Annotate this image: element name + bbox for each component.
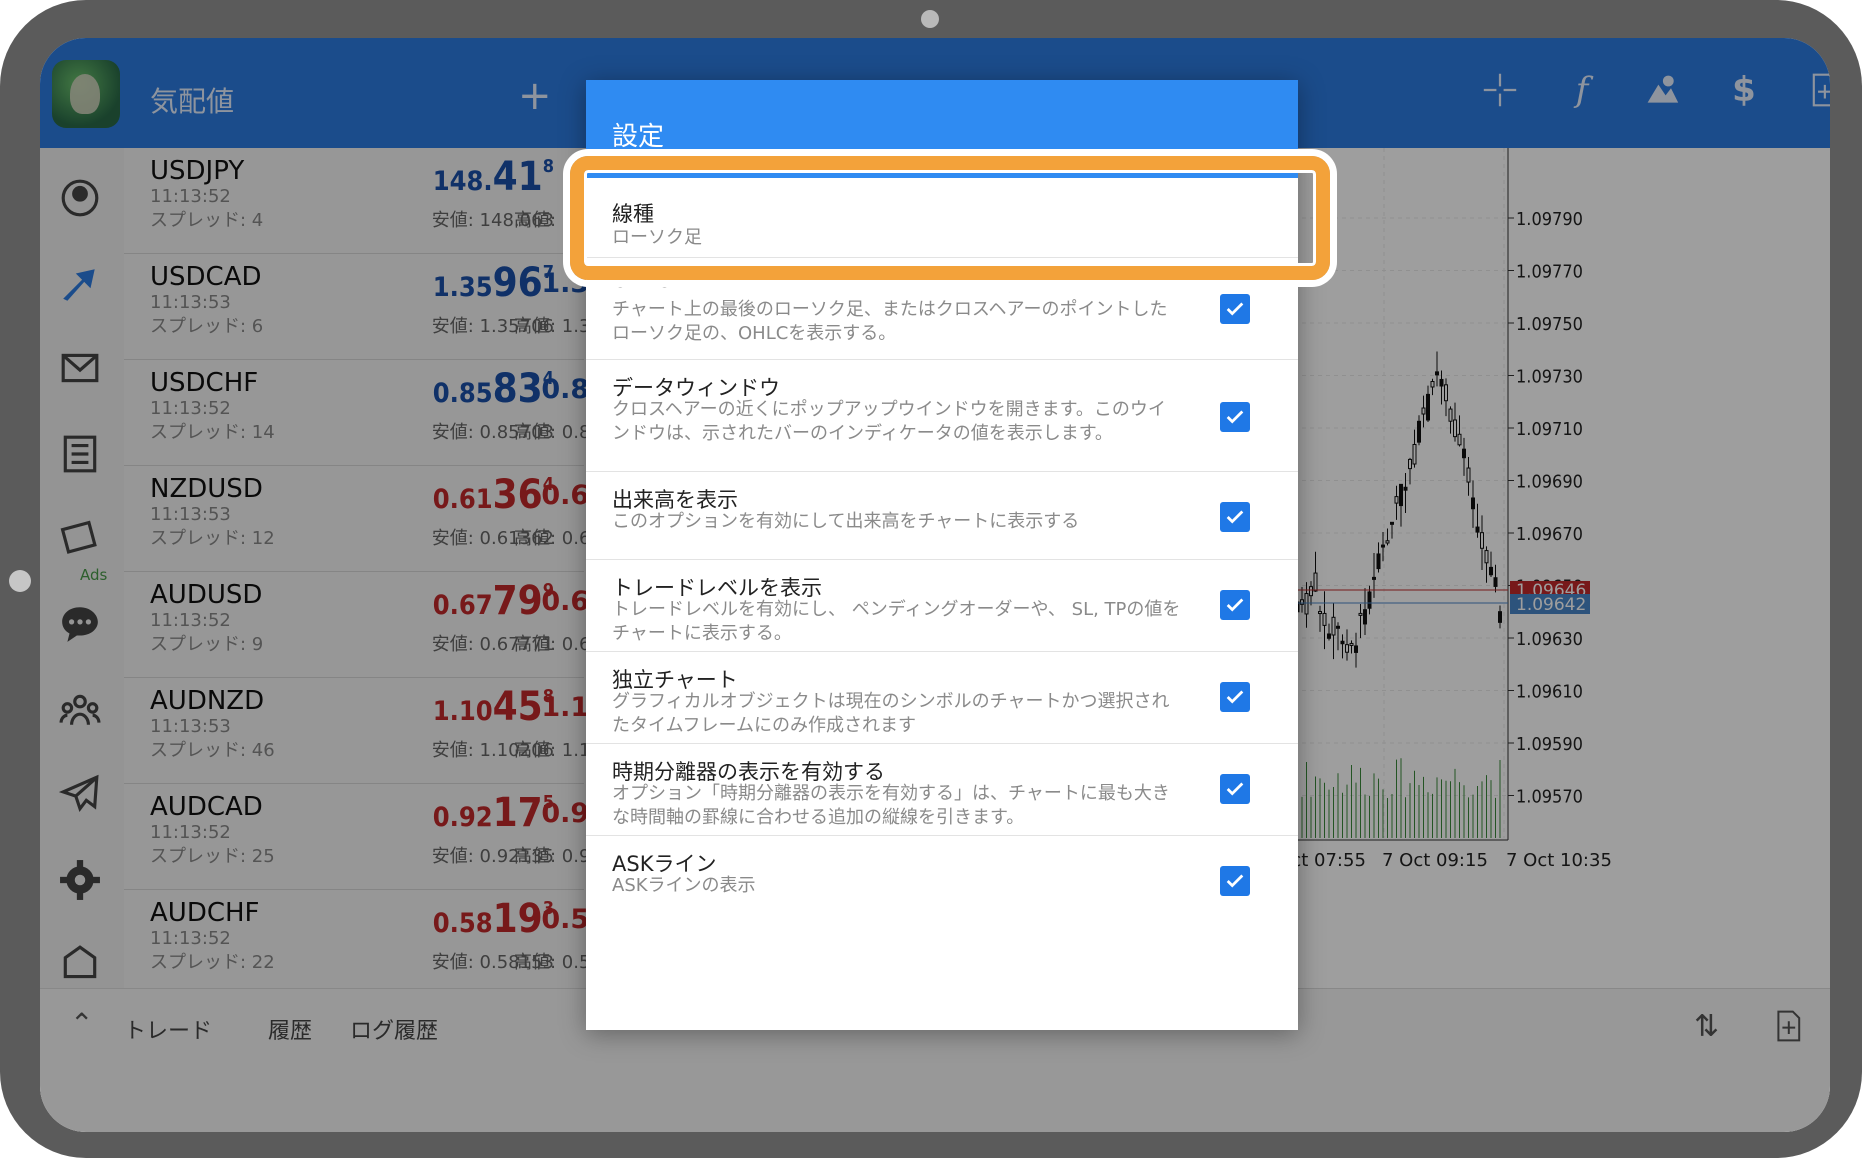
camera-dot [921, 10, 939, 28]
ask-line-checkbox[interactable] [1220, 866, 1250, 896]
setting-desc: オプション「時期分離器の表示を有効する」は、チャートに最も大きな時間軸の罫線に合… [612, 783, 1170, 828]
dialog-title: 設定 [612, 122, 665, 152]
setting-desc: グラフィカルオブジェクトは現在のシンボルのチャートかつ選択されたタイムフレームに… [612, 691, 1170, 736]
setting-data-window[interactable]: データウィンドウ クロスヘアーの近くにポップアップウインドウを開きます。このウイ… [586, 360, 1298, 472]
data-window-checkbox[interactable] [1220, 402, 1250, 432]
setting-desc: このオプションを有効にして出来高をチャートに表示する [612, 511, 1080, 532]
trade-levels-checkbox[interactable] [1220, 590, 1250, 620]
side-button-dot [9, 570, 31, 592]
period-separators-checkbox[interactable] [1220, 774, 1250, 804]
independent-chart-checkbox[interactable] [1220, 682, 1250, 712]
setting-trade-levels[interactable]: トレードレベルを表示 トレードレベルを有効にし、 ペンディングオーダーや、 SL… [586, 560, 1298, 652]
setting-desc: クロスヘアーの近くにポップアップウインドウを開きます。このウインドウは、示された… [612, 399, 1166, 444]
setting-desc: チャート上の最後のローソク足、またはクロスヘアーのポイントしたローソク足の、OH… [612, 299, 1168, 344]
highlight-box [570, 156, 1330, 280]
ohlc-checkbox[interactable] [1220, 294, 1250, 324]
setting-period-separators[interactable]: 時期分離器の表示を有効する オプション「時期分離器の表示を有効する」は、チャート… [586, 744, 1298, 836]
setting-independent-chart[interactable]: 独立チャート グラフィカルオブジェクトは現在のシンボルのチャートかつ選択されたタ… [586, 652, 1298, 744]
setting-show-volume[interactable]: 出来高を表示 このオプションを有効にして出来高をチャートに表示する [586, 472, 1298, 560]
screen: 気配値 + f $ Ads USDJPY 11:13:52 スプレッド: 4 1… [40, 38, 1830, 1132]
volume-checkbox[interactable] [1220, 502, 1250, 532]
setting-desc: トレードレベルを有効にし、 ペンディングオーダーや、 SL, TPの値をチャート… [612, 599, 1181, 644]
setting-desc: ASKラインの表示 [612, 875, 756, 896]
setting-ask-line[interactable]: ASKライン ASKラインの表示 [586, 836, 1298, 924]
